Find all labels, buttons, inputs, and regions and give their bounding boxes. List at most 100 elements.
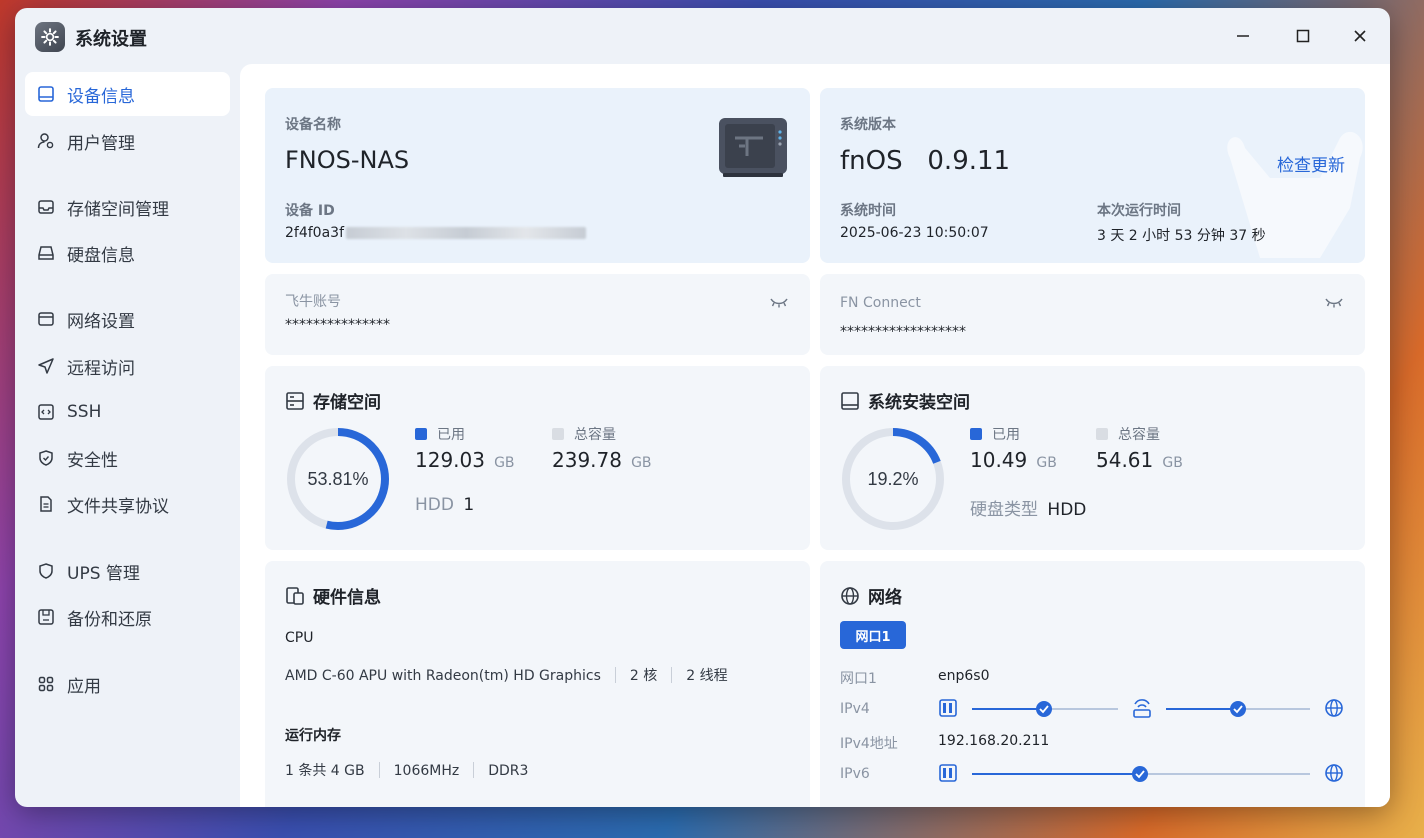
globe-icon — [1325, 764, 1343, 782]
install-disk-type: 硬盘类型 HDD — [970, 500, 1087, 520]
check-circle-icon — [1230, 701, 1246, 717]
shield-check-icon — [39, 450, 53, 466]
hardware-card: 硬件信息 CPU AMD C-60 APU with Radeon(tm) HD… — [265, 561, 810, 807]
device-name: FNOS-NAS — [285, 146, 410, 174]
port-label: 网口1 — [840, 671, 877, 687]
storage-used: 129.03 GB — [415, 448, 515, 472]
sidebar-item-label: 网络设置 — [67, 311, 135, 332]
total-legend-square — [1096, 428, 1108, 440]
window-title: 系统设置 — [75, 29, 147, 50]
nas-port-icon — [939, 699, 957, 717]
code-file-icon — [38, 404, 54, 420]
nas-port-icon — [939, 764, 957, 782]
cpu-threads: 2 线程 — [686, 668, 728, 684]
install-total-legend: 总容量 — [1096, 424, 1160, 444]
storage-used-legend: 已用 — [415, 424, 465, 444]
account-value: *************** — [285, 317, 390, 333]
system-install-title: 系统安装空间 — [840, 388, 970, 413]
maximize-button[interactable] — [1291, 24, 1315, 48]
account-card: 飞牛账号 *************** — [265, 274, 810, 355]
globe-icon — [1325, 699, 1343, 717]
storage-title: 存储空间 — [285, 388, 381, 413]
sidebar-item-network-settings[interactable]: 网络设置 — [25, 297, 230, 341]
sidebar-item-ssh[interactable]: SSH — [25, 390, 230, 434]
system-install-percent: 19.2% — [867, 469, 918, 489]
sidebar-item-storage-management[interactable]: 存储空间管理 — [25, 185, 230, 229]
install-used-legend: 已用 — [970, 424, 1020, 444]
main-content: 设备名称 FNOS-NAS 设备 ID 2f4f0a3f 系统版本 fnOS 0… — [240, 64, 1390, 807]
device-info-card: 设备名称 FNOS-NAS 设备 ID 2f4f0a3f — [265, 88, 810, 263]
sidebar-item-label: 存储空间管理 — [67, 199, 169, 220]
hardware-title: 硬件信息 — [285, 583, 381, 608]
sidebar-item-label: 远程访问 — [67, 358, 135, 379]
sidebar-item-security[interactable]: 安全性 — [25, 436, 230, 480]
ipv6-label: IPv6 — [840, 766, 870, 782]
fn-connect-label: FN Connect — [840, 295, 921, 311]
sidebar-item-label: 设备信息 — [67, 86, 135, 107]
redacted-id-blur — [346, 227, 586, 239]
sidebar-item-apps[interactable]: 应用 — [25, 662, 230, 706]
ipv4-connection-path — [939, 699, 1343, 718]
tab-port-1[interactable]: 网口1 — [840, 621, 906, 649]
globe-icon — [841, 586, 859, 605]
uptime-label: 本次运行时间 — [1097, 203, 1181, 219]
save-icon — [38, 609, 54, 625]
user-gear-icon — [37, 133, 54, 149]
sidebar-item-label: 安全性 — [67, 450, 118, 471]
check-update-link[interactable]: 检查更新 — [1277, 151, 1345, 176]
memory-details: 1 条共 4 GB 1066MHz DDR3 — [285, 760, 528, 780]
ipv4-address: 192.168.20.211 — [938, 733, 1050, 749]
sidebar-item-backup-restore[interactable]: 备份和还原 — [25, 595, 230, 639]
install-total: 54.61 GB — [1096, 448, 1183, 472]
sidebar-item-label: 用户管理 — [67, 133, 135, 154]
storage-card: 存储空间 53.81% 已用 129.03 GB 总容量 239.78 GB H… — [265, 366, 810, 550]
eye-closed-icon[interactable] — [1324, 295, 1344, 309]
sidebar-item-device-info[interactable]: 设备信息 — [25, 72, 230, 116]
close-button[interactable] — [1348, 24, 1372, 48]
apps-grid-icon — [38, 676, 54, 692]
sidebar-item-label: 文件共享协议 — [67, 496, 169, 517]
memory-label: 运行内存 — [285, 728, 341, 744]
sidebar-item-disk-info[interactable]: 硬盘信息 — [25, 231, 230, 275]
devices-icon — [286, 586, 304, 605]
system-install-card: 系统安装空间 19.2% 已用 10.49 GB 总容量 54.61 GB 硬盘… — [820, 366, 1365, 550]
ipv6-connection-path — [939, 764, 1343, 782]
memory-frequency: 1066MHz — [393, 763, 460, 779]
check-circle-icon — [1036, 701, 1052, 717]
hard-drive-icon — [38, 246, 54, 260]
sidebar-item-label: 硬盘信息 — [67, 245, 135, 266]
monitor-icon — [38, 86, 54, 102]
install-used: 10.49 GB — [970, 448, 1057, 472]
fn-connect-card: FN Connect ****************** — [820, 274, 1365, 355]
minimize-button[interactable] — [1231, 24, 1255, 48]
eye-closed-icon[interactable] — [769, 295, 789, 309]
used-legend-square — [415, 428, 427, 440]
fn-connect-value: ****************** — [840, 324, 966, 340]
sidebar-item-remote-access[interactable]: 远程访问 — [25, 344, 230, 388]
check-circle-icon — [1132, 766, 1148, 782]
cpu-details: AMD C-60 APU with Radeon(tm) HD Graphics… — [285, 665, 728, 685]
router-icon — [1133, 699, 1151, 718]
system-time-label: 系统时间 — [840, 203, 896, 219]
device-name-label: 设备名称 — [285, 117, 341, 133]
memory-size: 1 条共 4 GB — [285, 763, 365, 779]
settings-window: 系统设置 设备信息 用户管理 存储空间管理 硬盘信息 网络设置 远程访问 SSH… — [15, 8, 1390, 807]
storage-total: 239.78 GB — [552, 448, 652, 472]
send-arrow-icon — [38, 358, 54, 374]
account-label: 飞牛账号 — [285, 294, 341, 310]
shield-icon — [39, 563, 53, 579]
port-value: enp6s0 — [938, 668, 990, 684]
device-id-label: 设备 ID — [285, 203, 335, 219]
sidebar-item-file-sharing[interactable]: 文件共享协议 — [25, 482, 230, 526]
app-settings-icon — [35, 22, 65, 52]
storage-total-legend: 总容量 — [552, 424, 616, 444]
document-icon — [40, 496, 52, 512]
system-version-card: 系统版本 fnOS 0.9.11 检查更新 系统时间 2025-06-23 10… — [820, 88, 1365, 263]
storage-icon — [286, 391, 304, 410]
sidebar-item-ups[interactable]: UPS 管理 — [25, 549, 230, 593]
sidebar-item-label: 备份和还原 — [67, 609, 152, 630]
network-card: 网络 网口1 网口1 enp6s0 IPv4 IPv4地址 192.168.20… — [820, 561, 1365, 807]
ipv4-label: IPv4 — [840, 701, 870, 717]
storage-percent: 53.81% — [307, 469, 368, 489]
sidebar-item-user-management[interactable]: 用户管理 — [25, 119, 230, 163]
